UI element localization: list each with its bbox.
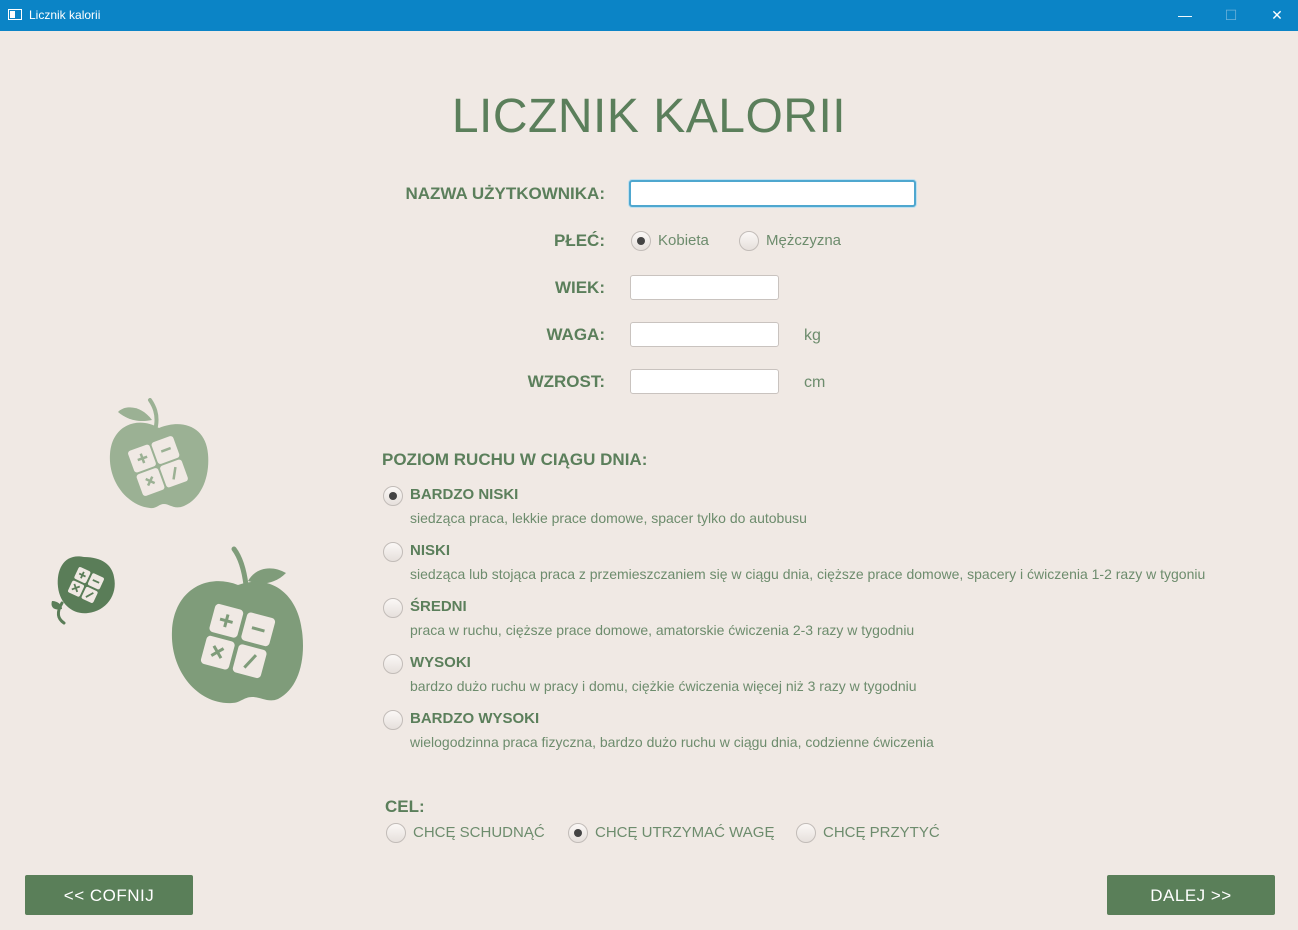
gender-male-label: Mężczyzna bbox=[766, 232, 842, 249]
goal-radio-lose[interactable] bbox=[386, 823, 406, 843]
activity-radio-high[interactable] bbox=[383, 654, 403, 674]
goal-radio-maintain[interactable] bbox=[568, 823, 588, 843]
age-input[interactable] bbox=[630, 275, 779, 300]
activity-label-very-high: BARDZO WYSOKI bbox=[410, 710, 540, 727]
activity-desc-very-high: wielogodzinna praca fizyczna, bardzo duż… bbox=[410, 734, 934, 750]
activity-title: POZIOM RUCHU W CIĄGU DNIA: bbox=[382, 450, 648, 469]
goal-label-lose: CHCĘ SCHUDNĄĆ bbox=[413, 824, 545, 841]
next-button[interactable]: DALEJ >> bbox=[1107, 875, 1275, 915]
activity-desc-very-low: siedząca praca, lekkie prace domowe, spa… bbox=[410, 510, 807, 526]
window-title: Licznik kalorii bbox=[29, 8, 101, 22]
minimize-button[interactable]: — bbox=[1162, 0, 1208, 31]
weight-label: WAGA: bbox=[546, 325, 605, 344]
gender-label: PŁEĆ: bbox=[554, 231, 605, 250]
apple-calculator-icon bbox=[109, 398, 209, 509]
close-button[interactable]: ✕ bbox=[1254, 0, 1298, 31]
app-title: LICZNIK KALORII bbox=[451, 90, 847, 143]
activity-label-very-low: BARDZO NISKI bbox=[410, 486, 519, 503]
apple-calculator-icon bbox=[51, 556, 115, 625]
activity-radio-low[interactable] bbox=[383, 542, 403, 562]
activity-desc-low: siedząca lub stojąca praca z przemieszcz… bbox=[410, 566, 1206, 582]
height-label: WZROST: bbox=[527, 372, 605, 391]
activity-radio-very-high[interactable] bbox=[383, 710, 403, 730]
activity-radio-medium[interactable] bbox=[383, 598, 403, 618]
username-input[interactable] bbox=[629, 180, 916, 207]
weight-input[interactable] bbox=[630, 322, 779, 347]
window-titlebar: Licznik kalorii — ☐ ✕ bbox=[0, 0, 1298, 31]
window-app-icon bbox=[8, 9, 22, 20]
gender-male-radio[interactable] bbox=[739, 231, 759, 251]
username-label: NAZWA UŻYTKOWNIKA: bbox=[405, 184, 605, 203]
goal-radio-gain[interactable] bbox=[796, 823, 816, 843]
age-label: WIEK: bbox=[554, 278, 605, 297]
activity-desc-medium: praca w ruchu, cięższe prace domowe, ama… bbox=[410, 622, 915, 638]
gender-female-label: Kobieta bbox=[658, 232, 709, 249]
height-unit: cm bbox=[804, 374, 826, 391]
gender-female-radio[interactable] bbox=[631, 231, 651, 251]
back-button[interactable]: << COFNIJ bbox=[25, 875, 193, 915]
goal-title: CEL: bbox=[385, 797, 425, 816]
activity-label-high: WYSOKI bbox=[410, 654, 471, 671]
activity-label-medium: ŚREDNI bbox=[410, 598, 467, 615]
apple-calculator-icon bbox=[171, 546, 303, 704]
activity-label-low: NISKI bbox=[410, 542, 451, 559]
weight-unit: kg bbox=[804, 327, 821, 344]
activity-desc-high: bardzo dużo ruchu w pracy i domu, ciężki… bbox=[410, 678, 917, 694]
goal-label-gain: CHCĘ PRZYTYĆ bbox=[823, 824, 940, 841]
height-input[interactable] bbox=[630, 369, 779, 394]
goal-label-maintain: CHCĘ UTRZYMAĆ WAGĘ bbox=[595, 824, 775, 841]
maximize-button[interactable]: ☐ bbox=[1208, 0, 1254, 31]
activity-radio-very-low[interactable] bbox=[383, 486, 403, 506]
